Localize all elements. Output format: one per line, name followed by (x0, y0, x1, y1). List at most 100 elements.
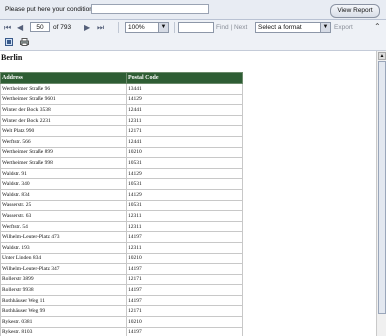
toolbar-divider (118, 22, 119, 33)
postal-code-cell: 12311 (126, 220, 243, 233)
table-row: Wertheimer Straße 998 10531 (0, 157, 243, 169)
address-cell: Wilhelm-Leuter-Platz 347 (0, 263, 127, 275)
report-title: Berlin (1, 53, 23, 62)
next-link[interactable]: Next (234, 24, 247, 31)
table-row: Rollerstr 3899 12171 (0, 273, 243, 286)
format-value: Select a format (258, 24, 302, 31)
postal-code-cell: 10531 (126, 157, 243, 169)
postal-code-cell: 12171 (126, 125, 243, 137)
postal-code-cell: 14197 (126, 263, 243, 275)
address-cell: Waldstr. 340 (0, 178, 127, 190)
postal-code-cell: 12311 (126, 114, 243, 127)
scroll-up-icon[interactable]: ▲ (378, 52, 386, 60)
export-format-select[interactable]: Select a format ▼ (255, 22, 331, 33)
table-row: Rykestr. 8103 14197 (0, 326, 243, 336)
page-number-input[interactable]: 50 (30, 22, 50, 32)
find-input[interactable] (178, 22, 214, 33)
report-toolbar: ⏮ ◀ 50 of 793 ▶ ⏭ 100% ▼ Find | Next Sel… (0, 20, 386, 37)
postal-code-cell: 14197 (126, 231, 243, 243)
address-cell: Wertheimer Straße 998 (0, 157, 127, 169)
address-cell: Winter der Bock 3538 (0, 104, 127, 116)
table-header-row: Address Postal Code (0, 72, 243, 84)
table-row: Waldstr. 340 10531 (0, 178, 243, 190)
address-cell: Werftstr. 54 (0, 220, 127, 233)
table-row: Werftstr. 54 12311 (0, 220, 243, 233)
last-page-icon[interactable]: ⏭ (97, 23, 104, 33)
find-link[interactable]: Find (216, 24, 229, 31)
page-count: of 793 (53, 24, 72, 31)
print-icon[interactable] (20, 38, 29, 48)
address-cell: Unter Linden 834 (0, 252, 127, 265)
address-cell: Waldstr. 193 (0, 241, 127, 254)
address-cell: Winter der Bock 2231 (0, 114, 127, 127)
view-report-button[interactable]: View Report (330, 4, 380, 18)
condition-input[interactable] (91, 4, 209, 14)
table-row: Rollerstr 9938 14197 (0, 284, 243, 296)
address-cell: Rykestr. 8103 (0, 326, 127, 336)
column-header-postal-code: Postal Code (126, 72, 243, 84)
zoom-select[interactable]: 100% ▼ (125, 22, 169, 33)
address-cell: Wasserstr. 25 (0, 199, 127, 212)
postal-code-cell: 10210 (126, 252, 243, 265)
postal-code-cell: 14129 (126, 93, 243, 106)
report-area: Berlin Address Postal Code Wertheimer St… (0, 51, 376, 336)
postal-code-cell: 14197 (126, 294, 243, 307)
postal-code-cell: 12171 (126, 273, 243, 286)
table-row: Rothhäuser Weg 11 14197 (0, 294, 243, 307)
previous-page-icon[interactable]: ◀ (17, 23, 23, 32)
postal-code-cell: 10210 (126, 316, 243, 328)
scroll-thumb[interactable] (378, 61, 386, 314)
table-row: Rothhäuser Weg 99 12171 (0, 305, 243, 318)
address-cell: Werftstr. 566 (0, 135, 127, 148)
toolbar-divider (174, 22, 175, 33)
refresh-icon[interactable] (5, 38, 13, 48)
table-row: Werftstr. 566 12441 (0, 135, 243, 148)
postal-code-cell: 12171 (126, 305, 243, 318)
condition-bar: Please put here your condition! View Rep… (0, 0, 386, 20)
table-row: Unter Linden 834 10210 (0, 252, 243, 265)
next-page-icon[interactable]: ▶ (84, 23, 90, 32)
chevron-down-icon: ▼ (320, 23, 330, 32)
table-row: Welt Platz 990 12171 (0, 125, 243, 137)
postal-code-cell: 10531 (126, 199, 243, 212)
table-row: Wertheimer Straße 9601 14129 (0, 93, 243, 106)
postal-code-cell: 14129 (126, 167, 243, 180)
address-cell: Wertheimer Straße 899 (0, 146, 127, 159)
first-page-icon[interactable]: ⏮ (4, 23, 11, 33)
address-cell: Rollerstr 3899 (0, 273, 127, 286)
postal-code-cell: 12441 (126, 135, 243, 148)
export-link[interactable]: Export (334, 24, 353, 31)
postal-code-cell: 10531 (126, 178, 243, 190)
postal-code-cell: 14197 (126, 326, 243, 336)
condition-label: Please put here your condition! (5, 6, 95, 13)
table-row: Wilhelm-Leuter-Platz 347 14197 (0, 263, 243, 275)
postal-code-cell: 12311 (126, 210, 243, 222)
postal-code-cell: 12441 (126, 104, 243, 116)
postal-code-cell: 14197 (126, 284, 243, 296)
postal-code-cell: 13441 (126, 83, 243, 95)
table-row: Wertheimer Straße 96 13441 (0, 83, 243, 95)
vertical-scrollbar[interactable]: ▲ (376, 51, 386, 336)
postal-code-cell: 14129 (126, 188, 243, 201)
find-next-links: Find | Next (216, 24, 247, 31)
postal-code-cell: 12311 (126, 241, 243, 254)
address-cell: Rothhäuser Weg 11 (0, 294, 127, 307)
postal-code-cell: 10210 (126, 146, 243, 159)
find-separator: | (230, 24, 233, 31)
address-cell: Rollerstr 9938 (0, 284, 127, 296)
table-row: Waldstr. 193 12311 (0, 241, 243, 254)
address-cell: Rykestr. 0381 (0, 316, 127, 328)
table-row: Wasserstr. 63 12311 (0, 210, 243, 222)
address-cell: Rothhäuser Weg 99 (0, 305, 127, 318)
table-row: Rykestr. 0381 10210 (0, 316, 243, 328)
address-cell: Waldstr. 91 (0, 167, 127, 180)
table-row: Winter der Bock 2231 12311 (0, 114, 243, 127)
zoom-value: 100% (128, 24, 145, 31)
collapse-icon[interactable]: ⌃ (374, 22, 381, 31)
address-cell: Wertheimer Straße 96 (0, 83, 127, 95)
column-header-address: Address (0, 72, 127, 84)
address-cell: Welt Platz 990 (0, 125, 127, 137)
secondary-toolbar (0, 36, 386, 51)
address-table: Address Postal Code Wertheimer Straße 96… (0, 72, 243, 336)
table-row: Wilhelm-Leuter-Platz 473 14197 (0, 231, 243, 243)
